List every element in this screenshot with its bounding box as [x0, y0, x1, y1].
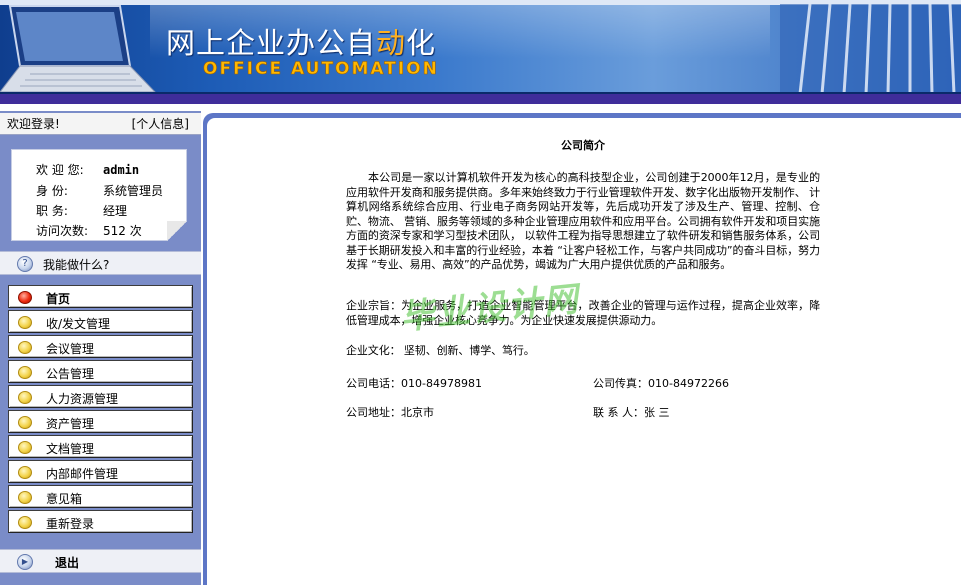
page-title: 公司简介: [561, 139, 605, 152]
app-subtitle: OFFICE AUTOMATION: [203, 59, 439, 80]
user-name: admin: [103, 163, 140, 177]
help-label: 我能做什么?: [43, 258, 110, 272]
menu-item-home[interactable]: 首页: [8, 285, 193, 308]
user-title: 经理: [103, 204, 128, 218]
yellow-dot-icon: [18, 441, 32, 454]
page-fold-corner: [167, 221, 187, 241]
user-role-row: 身 份: 系统管理员: [36, 184, 164, 198]
sidebar: 欢迎登录! [个人信息] 欢 迎 您: admin 身 份: 系统管理员 职 务: 经…: [0, 111, 201, 585]
menu-item-suggestion-box[interactable]: 意见箱: [8, 485, 193, 508]
yellow-dot-icon: [18, 391, 32, 404]
user-name-row: 欢 迎 您: admin: [36, 163, 140, 177]
welcome-bar: 欢迎登录! [个人信息]: [0, 113, 201, 135]
logout-label: 退出: [55, 556, 80, 570]
header-divider: [0, 94, 961, 104]
company-contact: 联 系 人：张 三: [593, 406, 670, 419]
welcome-text: 欢迎登录!: [7, 117, 60, 131]
user-info-card: 欢 迎 您: admin 身 份: 系统管理员 职 务: 经理 访问次数: 512 次: [11, 149, 187, 241]
logout-button[interactable]: ▶ 退出: [0, 549, 201, 573]
company-intro: 本公司是一家以计算机软件开发为核心的高科技型企业，公司创建于2000年12月，是…: [346, 171, 820, 271]
yellow-dot-icon: [18, 466, 32, 479]
laptop-illustration-icon: [0, 5, 156, 92]
office-building-icon: [780, 4, 961, 92]
yellow-dot-icon: [18, 516, 32, 529]
menu-item-files[interactable]: 文档管理: [8, 435, 193, 458]
yellow-dot-icon: [18, 491, 32, 504]
company-phone: 公司电话：010-84978981: [346, 377, 482, 390]
menu-item-assets[interactable]: 资产管理: [8, 410, 193, 433]
menu-item-relogin[interactable]: 重新登录: [8, 510, 193, 533]
yellow-dot-icon: [18, 341, 32, 354]
visit-count: 512 次: [103, 224, 142, 238]
user-role: 系统管理员: [103, 184, 164, 198]
visit-count-row: 访问次数: 512 次: [36, 224, 142, 238]
menu-item-announcements[interactable]: 公告管理: [8, 360, 193, 383]
main-menu: 首页 收/发文管理 会议管理 公告管理 人力资源管理 资产管理 文档管理 内部邮…: [8, 285, 193, 535]
yellow-dot-icon: [18, 416, 32, 429]
profile-link[interactable]: [个人信息]: [132, 113, 189, 135]
menu-item-human-resources[interactable]: 人力资源管理: [8, 385, 193, 408]
user-title-row: 职 务: 经理: [36, 204, 128, 218]
app-title: 网上企业办公自动化: [166, 26, 437, 60]
header-banner: 网上企业办公自动化 OFFICE AUTOMATION: [0, 0, 961, 94]
help-icon: ?: [17, 256, 33, 272]
yellow-dot-icon: [18, 366, 32, 379]
main-content: 公司简介 本公司是一家以计算机软件开发为核心的高科技型企业，公司创建于2000年…: [207, 118, 961, 585]
menu-item-internal-mail[interactable]: 内部邮件管理: [8, 460, 193, 483]
help-bar[interactable]: ? 我能做什么?: [0, 251, 201, 275]
menu-item-meetings[interactable]: 会议管理: [8, 335, 193, 358]
company-fax: 公司传真：010-84972266: [593, 377, 729, 390]
company-address: 公司地址：北京市: [346, 406, 434, 419]
play-arrow-icon: ▶: [17, 554, 33, 570]
menu-item-documents-send-receive[interactable]: 收/发文管理: [8, 310, 193, 333]
yellow-dot-icon: [18, 316, 32, 329]
red-dot-icon: [18, 291, 32, 304]
